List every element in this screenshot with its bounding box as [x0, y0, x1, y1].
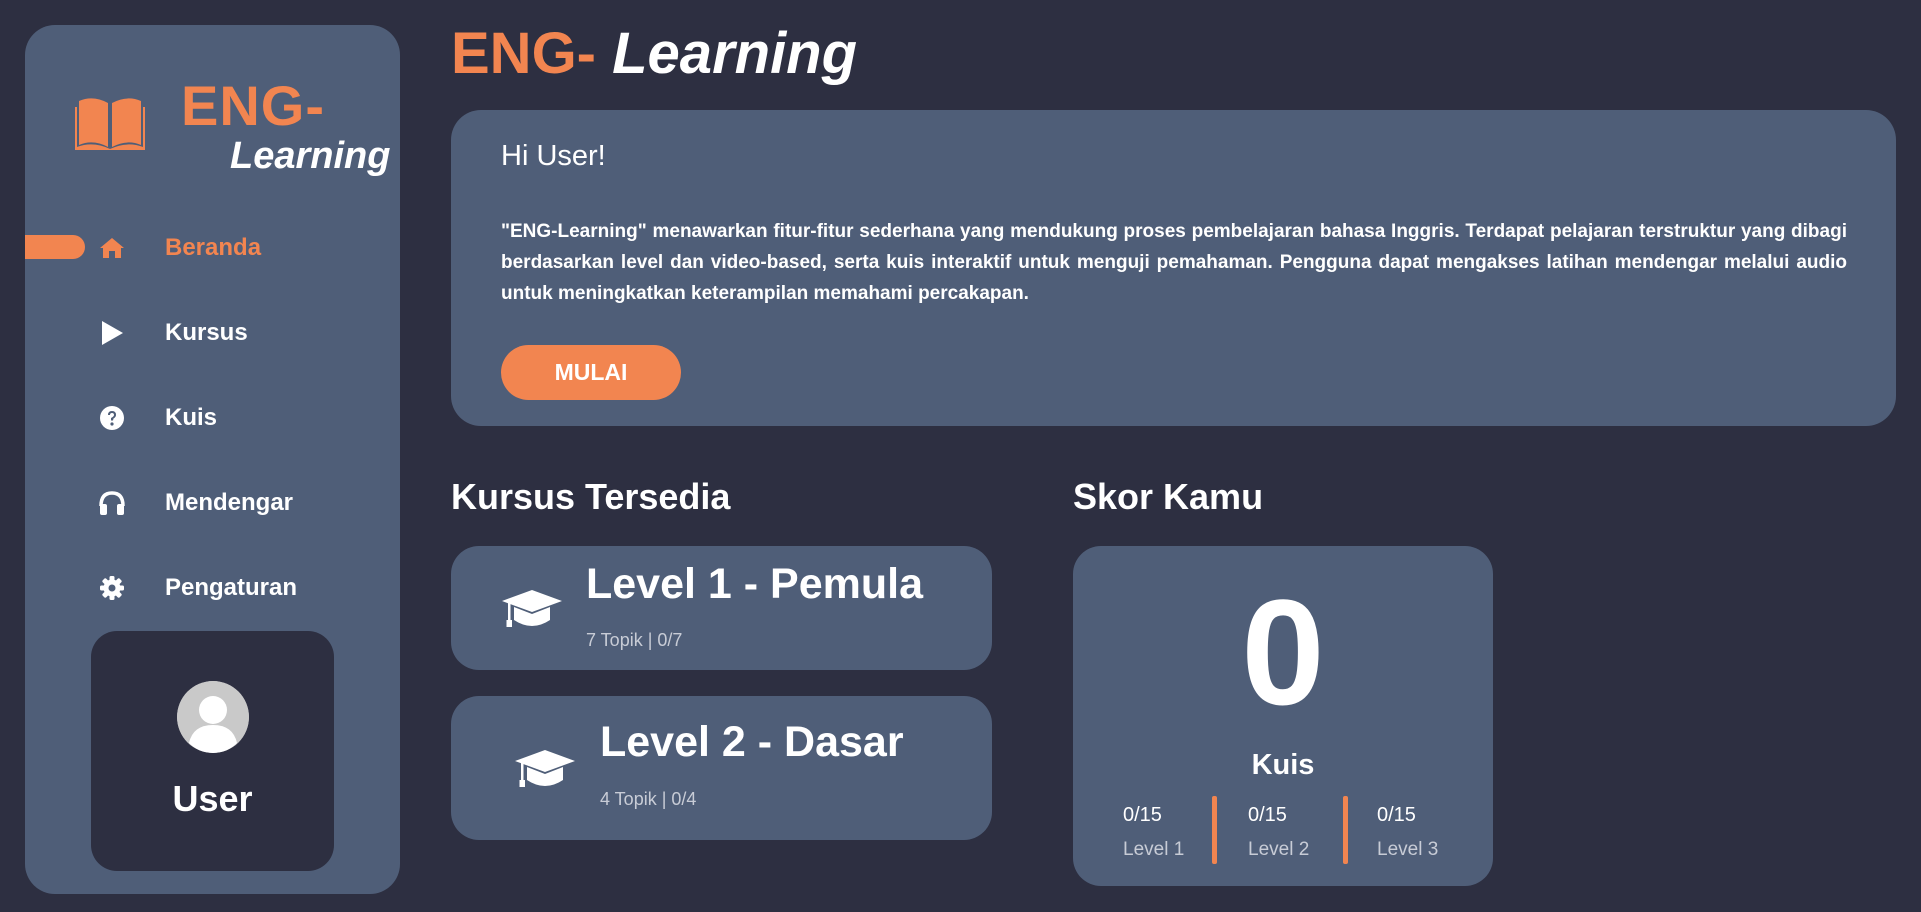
intro-description: "ENG-Learning" menawarkan fitur-fitur se…	[501, 221, 1847, 304]
level-name: Level 3	[1377, 839, 1439, 860]
course-card-level-2[interactable]: Level 2 - Dasar 4 Topik | 0/4	[451, 696, 992, 840]
sidebar-item-mendengar[interactable]: Mendengar	[25, 460, 400, 545]
active-indicator	[25, 235, 85, 259]
course-title: Level 1 - Pemula	[586, 560, 923, 608]
avatar-icon	[177, 681, 249, 753]
sidebar: ENG- Learning Beranda Kursus Kuis Menden…	[25, 25, 400, 894]
level-score-value: 0/15	[1248, 804, 1287, 826]
open-book-icon	[75, 98, 145, 150]
sidebar-item-label: Mendengar	[165, 488, 294, 516]
question-circle-icon	[97, 403, 127, 433]
user-name: User	[172, 778, 253, 819]
page-title: ENG- Learning	[451, 20, 857, 87]
course-card-level-1[interactable]: Level 1 - Pemula 7 Topik | 0/7	[451, 546, 992, 670]
sidebar-item-label: Pengaturan	[165, 573, 298, 601]
level-3-score: 0/15 Level 3	[1377, 804, 1438, 861]
welcome-card: Hi User! "ENG-Learning" menawarkan fitur…	[451, 110, 1896, 426]
divider	[1343, 796, 1348, 864]
headphones-icon	[97, 488, 127, 518]
app-logo[interactable]: ENG- Learning	[75, 55, 390, 185]
level-name: Level 2	[1248, 839, 1310, 860]
course-meta: 7 Topik | 0/7	[586, 630, 683, 650]
sidebar-item-kursus[interactable]: Kursus	[25, 290, 400, 375]
sidebar-nav: Beranda Kursus Kuis Mendengar Pengaturan	[25, 205, 400, 630]
page-title-eng: ENG-	[451, 21, 596, 86]
total-score-value: 0	[1241, 568, 1325, 736]
sidebar-item-kuis[interactable]: Kuis	[25, 375, 400, 460]
home-icon	[97, 233, 127, 263]
divider	[1212, 796, 1217, 864]
start-button[interactable]: MULAI	[501, 345, 681, 400]
course-title: Level 2 - Dasar	[600, 718, 904, 766]
greeting-text: Hi User!	[501, 140, 606, 172]
sidebar-item-label: Beranda	[165, 233, 262, 261]
graduation-cap-icon	[502, 590, 562, 627]
sidebar-item-label: Kuis	[165, 403, 218, 431]
play-icon	[97, 318, 127, 348]
logo-text-learning: Learning	[230, 135, 391, 177]
level-name: Level 1	[1123, 839, 1185, 860]
level-score-value: 0/15	[1377, 804, 1416, 826]
sidebar-item-label: Kursus	[165, 318, 248, 346]
sidebar-item-beranda[interactable]: Beranda	[25, 205, 400, 290]
score-label: Kuis	[1251, 749, 1315, 781]
level-2-score: 0/15 Level 2	[1248, 804, 1309, 861]
user-profile-card[interactable]: User	[91, 631, 334, 871]
courses-heading: Kursus Tersedia	[451, 476, 731, 517]
level-score-value: 0/15	[1123, 804, 1162, 826]
logo-text-eng: ENG-	[181, 74, 325, 137]
graduation-cap-icon	[515, 750, 575, 787]
gear-icon	[97, 573, 127, 603]
page-title-learning: Learning	[612, 21, 858, 86]
sidebar-item-pengaturan[interactable]: Pengaturan	[25, 545, 400, 630]
score-heading: Skor Kamu	[1073, 476, 1264, 517]
score-card: 0 Kuis 0/15 Level 1 0/15 Level 2 0/15 Le…	[1073, 546, 1493, 886]
level-1-score: 0/15 Level 1	[1123, 804, 1184, 861]
course-meta: 4 Topik | 0/4	[600, 789, 697, 809]
